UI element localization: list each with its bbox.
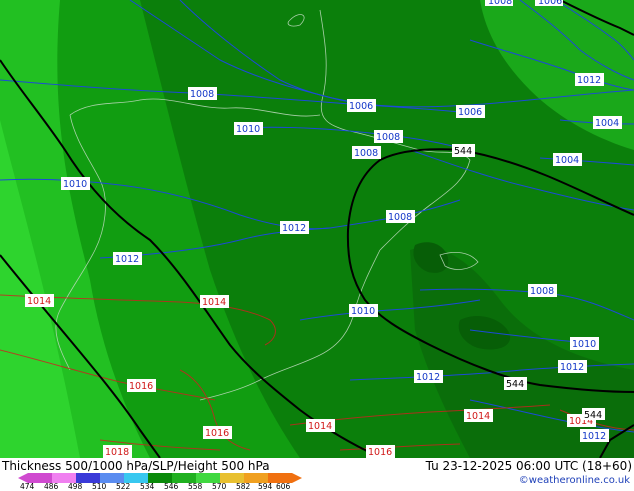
isobar-label: 1012 [282,223,306,234]
isobar-label: 1014 [466,411,490,422]
isobar-label: 1010 [351,306,375,317]
isobar-label: 1010 [63,179,87,190]
credit-link[interactable]: ©weatheronline.co.uk [519,475,630,486]
isobar-label: 1004 [595,118,619,129]
isobar-label: 1010 [572,339,596,350]
isobar-label: 1014 [27,296,51,307]
isobar-label: 1008 [488,0,512,7]
isobar-label: 1012 [577,75,601,86]
isobar-label: 1004 [555,155,579,166]
map-footer: Thickness 500/1000 hPa/SLP/Height 500 hP… [0,458,634,491]
isobar-label: 1016 [368,447,392,458]
isobar-label: 1014 [202,297,226,308]
isobar-label: 1008 [376,132,400,143]
isobar-label: 1016 [205,428,229,439]
isobar-label: 1012 [560,362,584,373]
height-label: 544 [506,379,524,390]
height-label: 544 [584,410,602,421]
isobar-label: 1018 [105,447,129,458]
isobar-label: 1008 [354,148,378,159]
isobar-label: 1006 [349,101,373,112]
isobar-label: 1012 [416,372,440,383]
isobar-label: 1006 [538,0,562,7]
isobar-label: 1012 [115,254,139,265]
isobar-label: 1008 [388,212,412,223]
isobar-label: 1006 [458,107,482,118]
isobar-label: 1008 [190,89,214,100]
height-label: 544 [454,146,472,157]
isobar-label: 1012 [582,431,606,442]
isobar-label: 1008 [530,286,554,297]
scale-arrow-right [292,473,302,483]
isobar-label: 1016 [129,381,153,392]
isobar-label: 1014 [308,421,332,432]
map-datetime: Tu 23-12-2025 06:00 UTC (18+60) [425,459,632,473]
map-title: Thickness 500/1000 hPa/SLP/Height 500 hP… [2,459,270,473]
weather-map: 1008 1006 1008 1006 1006 1012 1004 1010 … [0,0,634,458]
isobar-label: 1010 [236,124,260,135]
